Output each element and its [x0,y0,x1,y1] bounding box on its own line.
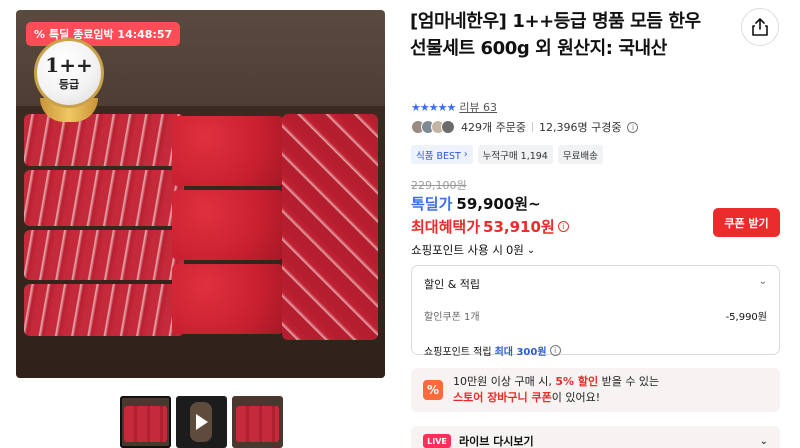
discount-box: 할인 & 적립 ⌄ 할인쿠폰 1개 -5,990원 쇼핑포인트 적립 최대 30… [411,265,780,358]
meat-steak [172,190,284,260]
points-usage-value: 0원 [505,243,524,257]
meat-steak [172,264,284,334]
get-coupon-button[interactable]: 쿠폰 받기 [713,208,780,237]
cart-coupon-promo[interactable]: % 10만원 이상 구매 시, 5% 할인 받을 수 있는 스토어 장바구니 쿠… [411,368,780,412]
chevron-down-icon: ⌄ [758,276,767,287]
deal-price-value: 59,900원~ [456,195,541,213]
points-earn-label: 쇼핑포인트 적립 [424,347,492,358]
grade-title: 1++ [45,53,93,77]
meat-steak [172,116,284,186]
max-benefit-value: 53,910원 [483,218,555,236]
product-tags: 식품 BEST › 누적구매 1,194 무료배송 [411,145,603,164]
meat-cubes [282,114,378,340]
discount-header-label: 할인 & 적립 [424,278,481,291]
percent-icon: % [423,380,443,400]
original-price: 229,100원 [411,179,467,192]
promo-text: 10만원 이상 구매 시, 5% 할인 받을 수 있는 스토어 장바구니 쿠폰이… [453,374,659,406]
product-title: [엄마네한우] 1++등급 명품 모듬 한우 선물세트 600g 외 원산지: … [410,11,701,59]
points-usage-row[interactable]: 쇼핑포인트 사용 시 0원 ⌄ [411,242,535,258]
info-icon[interactable]: i [557,221,569,232]
divider [531,122,533,132]
meat-slice [24,170,184,226]
max-benefit-row: 최대혜택가 53,910원 i [411,216,569,237]
info-icon[interactable]: i [627,121,639,133]
share-button[interactable] [741,8,779,46]
chevron-right-icon: › [463,149,468,160]
deal-price-label: 톡딜가 [411,195,453,213]
live-badge: LIVE [423,434,451,448]
viewers-count: 12,396명 구경중 [538,121,622,134]
chevron-down-icon: ⌄ [759,435,768,447]
coupon-discount-row: 할인쿠폰 1개 -5,990원 [424,308,767,323]
thumbnail-image [124,406,167,442]
orders-count: 429개 주문중 [461,121,526,134]
stats-row: 429개 주문중 12,396명 구경중 i [411,119,639,135]
thumbnail-strip [120,396,283,448]
coupon-discount-amount: -5,990원 [725,312,767,323]
points-earn-max: 최대 300원 [494,347,547,358]
medal-disc: 1++ 등급 [34,38,104,108]
promo-cart-coupon: 스토어 장바구니 쿠폰 [453,391,552,404]
deal-price-row: 톡딜가 59,900원~ [411,193,541,214]
tag-best[interactable]: 식품 BEST › [411,145,473,164]
thumbnail-video[interactable] [176,396,227,448]
tag-label: 식품 BEST [416,150,461,162]
promo-line1-post: 받을 수 있는 [601,375,660,388]
discount-header[interactable]: 할인 & 적립 ⌄ [424,276,767,292]
thumbnail-1[interactable] [120,396,171,448]
tag-cumulative-purchases: 누적구매 1,194 [477,145,553,164]
promo-line2-post: 이 있어요! [551,391,601,404]
tag-free-shipping: 무료배송 [557,145,603,164]
grade-subtitle: 등급 [58,78,80,91]
avatar [441,120,455,134]
rating-row: ★★★★★ 리뷰 63 [411,99,497,115]
meat-slice [24,284,184,336]
live-replay-row[interactable]: LIVE 라이브 다시보기 ⌄ [411,426,780,448]
max-benefit-label: 최대혜택가 [411,218,481,236]
chevron-down-icon: ⌄ [526,244,536,256]
points-earn-row: 쇼핑포인트 적립 최대 300원 i [424,343,767,358]
promo-highlight: 5% 할인 [555,375,599,388]
share-icon [752,18,768,36]
thumbnail-image [236,406,279,442]
meat-slice [24,230,184,280]
rating-stars: ★★★★★ [411,100,456,114]
play-icon [195,414,208,430]
thumbnail-3[interactable] [232,396,283,448]
review-link[interactable]: 리뷰 63 [459,99,497,115]
buyer-avatars [411,120,455,134]
grade-medal: 1++ 등급 [30,38,108,122]
promo-line1-pre: 10만원 이상 구매 시, [453,375,552,388]
live-replay-label: 라이브 다시보기 [459,435,534,448]
points-usage-label: 쇼핑포인트 사용 시 [411,243,503,257]
coupon-discount-label: 할인쿠폰 1개 [424,312,480,323]
info-icon[interactable]: i [549,345,561,356]
